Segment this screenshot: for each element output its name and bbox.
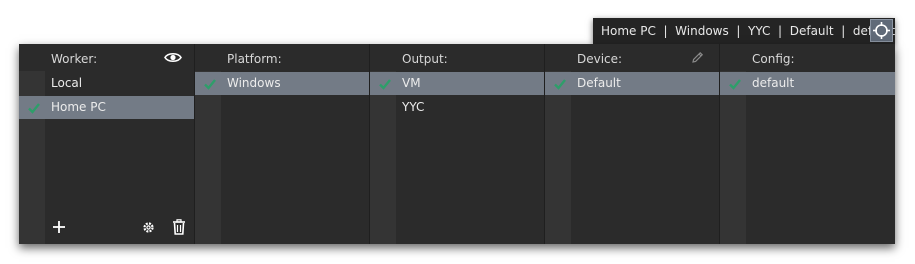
config-header: Config: [720,44,895,71]
device-item-label: Default [577,76,621,90]
platform-title: Platform: [227,52,282,66]
worker-item-label: Home PC [51,100,106,114]
config-item-default[interactable]: default [720,72,895,95]
worker-item-local[interactable]: Local [19,72,195,95]
device-title: Device: [577,52,623,66]
output-column: Output: VM YYC [370,44,545,244]
worker-item-home-pc[interactable]: Home PC [19,96,195,119]
output-header: Output: [370,44,545,71]
target-select-button[interactable] [870,19,893,42]
checkmark-icon [28,103,40,114]
worker-item-label: Local [51,76,83,90]
output-item-label: VM [402,76,421,90]
output-item-yyc[interactable]: YYC [370,96,545,119]
gear-icon[interactable] [142,221,155,234]
output-item-vm[interactable]: VM [370,72,545,95]
config-title: Config: [752,52,795,66]
device-item-default[interactable]: Default [545,72,720,95]
worker-title: Worker: [51,52,98,66]
checkmark-icon [204,79,216,90]
platform-header: Platform: [195,44,370,71]
config-column: Config: default [720,44,895,244]
trash-icon[interactable] [172,219,186,235]
crosshair-icon [873,22,890,39]
target-summary-bar: Home PC | Windows | YYC | Default | defa… [593,18,895,44]
eye-icon[interactable] [164,51,182,64]
platform-item-windows[interactable]: Windows [195,72,370,95]
output-title: Output: [402,52,448,66]
target-config-panel: Worker: Local Home PC Platform: Windows … [19,44,895,244]
output-item-label: YYC [402,100,425,114]
checkmark-icon [554,79,566,90]
platform-item-label: Windows [227,76,281,90]
checkmark-icon [729,79,741,90]
worker-column: Worker: Local Home PC [19,44,195,244]
checkmark-icon [379,79,391,90]
worker-header: Worker: [19,44,195,71]
device-column: Device: Default [545,44,720,244]
platform-column: Platform: Windows [195,44,370,244]
device-header: Device: [545,44,720,71]
config-item-label: default [752,76,795,90]
pencil-icon[interactable] [691,51,704,64]
plus-icon[interactable] [52,220,66,234]
target-summary-text: Home PC | Windows | YYC | Default | defa… [601,24,896,38]
